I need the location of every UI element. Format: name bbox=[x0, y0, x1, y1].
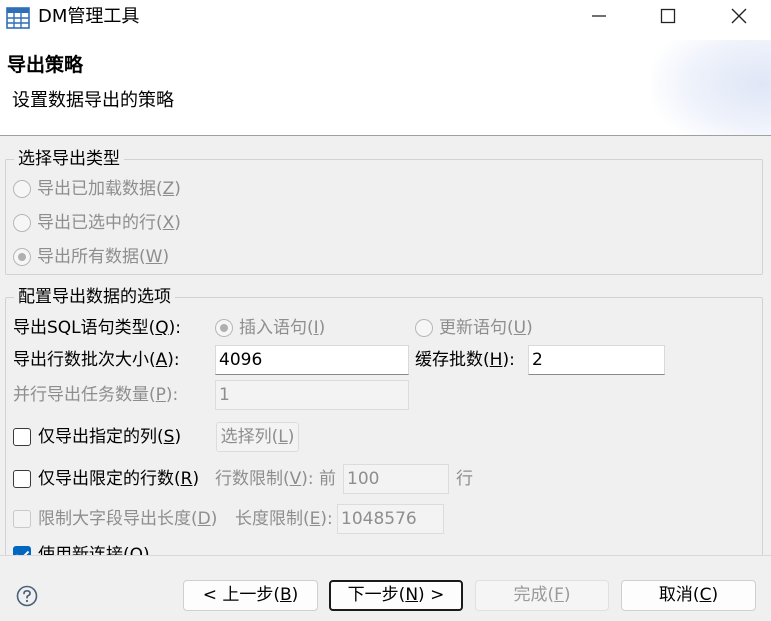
wizard-content: 选择导出类型 导出已加载数据(Z) 导出已选中的行(X) 导出所有数据(W) 配… bbox=[0, 137, 771, 555]
minimize-button[interactable] bbox=[571, 0, 627, 36]
checkbox bbox=[13, 470, 31, 488]
minimize-icon bbox=[591, 8, 607, 29]
cache-batch-input[interactable]: 2 bbox=[528, 345, 665, 375]
next-button[interactable]: 下一步(N) > bbox=[329, 580, 463, 611]
window-title: DM管理工具 bbox=[38, 6, 140, 27]
radio-export-loaded[interactable]: 导出已加载数据(Z) bbox=[13, 178, 181, 200]
wizard-footer: < 上一步(B) 下一步(N) > 完成(F) 取消(C) bbox=[0, 555, 771, 621]
export-type-legend: 选择导出类型 bbox=[14, 148, 124, 170]
checkbox bbox=[13, 428, 31, 446]
finish-button[interactable]: 完成(F) bbox=[475, 580, 609, 611]
page-description: 设置数据导出的策略 bbox=[12, 90, 174, 111]
length-limit-label: 长度限制(E): bbox=[235, 509, 333, 529]
batch-size-label: 导出行数批次大小(A): bbox=[13, 350, 180, 370]
close-icon bbox=[731, 8, 747, 29]
parallel-tasks-input[interactable]: 1 bbox=[215, 380, 409, 410]
table-grid-icon bbox=[6, 6, 30, 30]
checkbox-checked bbox=[13, 546, 31, 555]
only-columns-checkbox[interactable]: 仅导出指定的列(S) bbox=[13, 426, 181, 448]
select-columns-button[interactable]: 选择列(L) bbox=[216, 422, 299, 452]
limit-lob-checkbox[interactable]: 限制大字段导出长度(D) bbox=[13, 508, 217, 530]
batch-size-input[interactable]: 4096 bbox=[215, 345, 409, 375]
radio-export-selected-rows[interactable]: 导出已选中的行(X) bbox=[13, 212, 181, 234]
row-limit-label: 行数限制(V): 前 bbox=[215, 469, 337, 489]
title-bar: DM管理工具 bbox=[0, 0, 771, 38]
cache-batch-label: 缓存批数(H): bbox=[415, 350, 515, 370]
radio-button bbox=[415, 319, 433, 337]
row-limit-input[interactable]: 100 bbox=[343, 464, 449, 494]
radio-button bbox=[13, 214, 31, 232]
only-rows-checkbox[interactable]: 仅导出限定的行数(R) bbox=[13, 468, 199, 490]
radio-update-statement[interactable]: 更新语句(U) bbox=[415, 317, 533, 339]
radio-button bbox=[13, 180, 31, 198]
row-unit-label: 行 bbox=[456, 469, 473, 489]
sql-type-label: 导出SQL语句类型(Q): bbox=[13, 318, 182, 338]
radio-insert-statement[interactable]: 插入语句(I) bbox=[215, 317, 325, 339]
cancel-button[interactable]: 取消(C) bbox=[621, 580, 756, 611]
new-connection-checkbox[interactable]: 使用新连接(O) bbox=[13, 544, 150, 555]
page-title: 导出策略 bbox=[7, 54, 84, 76]
banner-decoration bbox=[651, 40, 771, 135]
radio-button-checked bbox=[215, 319, 233, 337]
wizard-header: 导出策略 设置数据导出的策略 bbox=[0, 38, 771, 136]
back-button[interactable]: < 上一步(B) bbox=[183, 580, 318, 611]
maximize-button[interactable] bbox=[640, 0, 696, 36]
checkbox bbox=[13, 510, 31, 528]
parallel-tasks-label: 并行导出任务数量(P): bbox=[13, 385, 179, 405]
close-button[interactable] bbox=[711, 0, 767, 36]
config-legend: 配置导出数据的选项 bbox=[14, 286, 175, 308]
maximize-icon bbox=[660, 8, 676, 29]
radio-export-all[interactable]: 导出所有数据(W) bbox=[13, 246, 169, 268]
radio-button-checked bbox=[13, 248, 31, 266]
question-circle-icon[interactable] bbox=[16, 585, 38, 607]
length-limit-input[interactable]: 1048576 bbox=[337, 504, 444, 534]
